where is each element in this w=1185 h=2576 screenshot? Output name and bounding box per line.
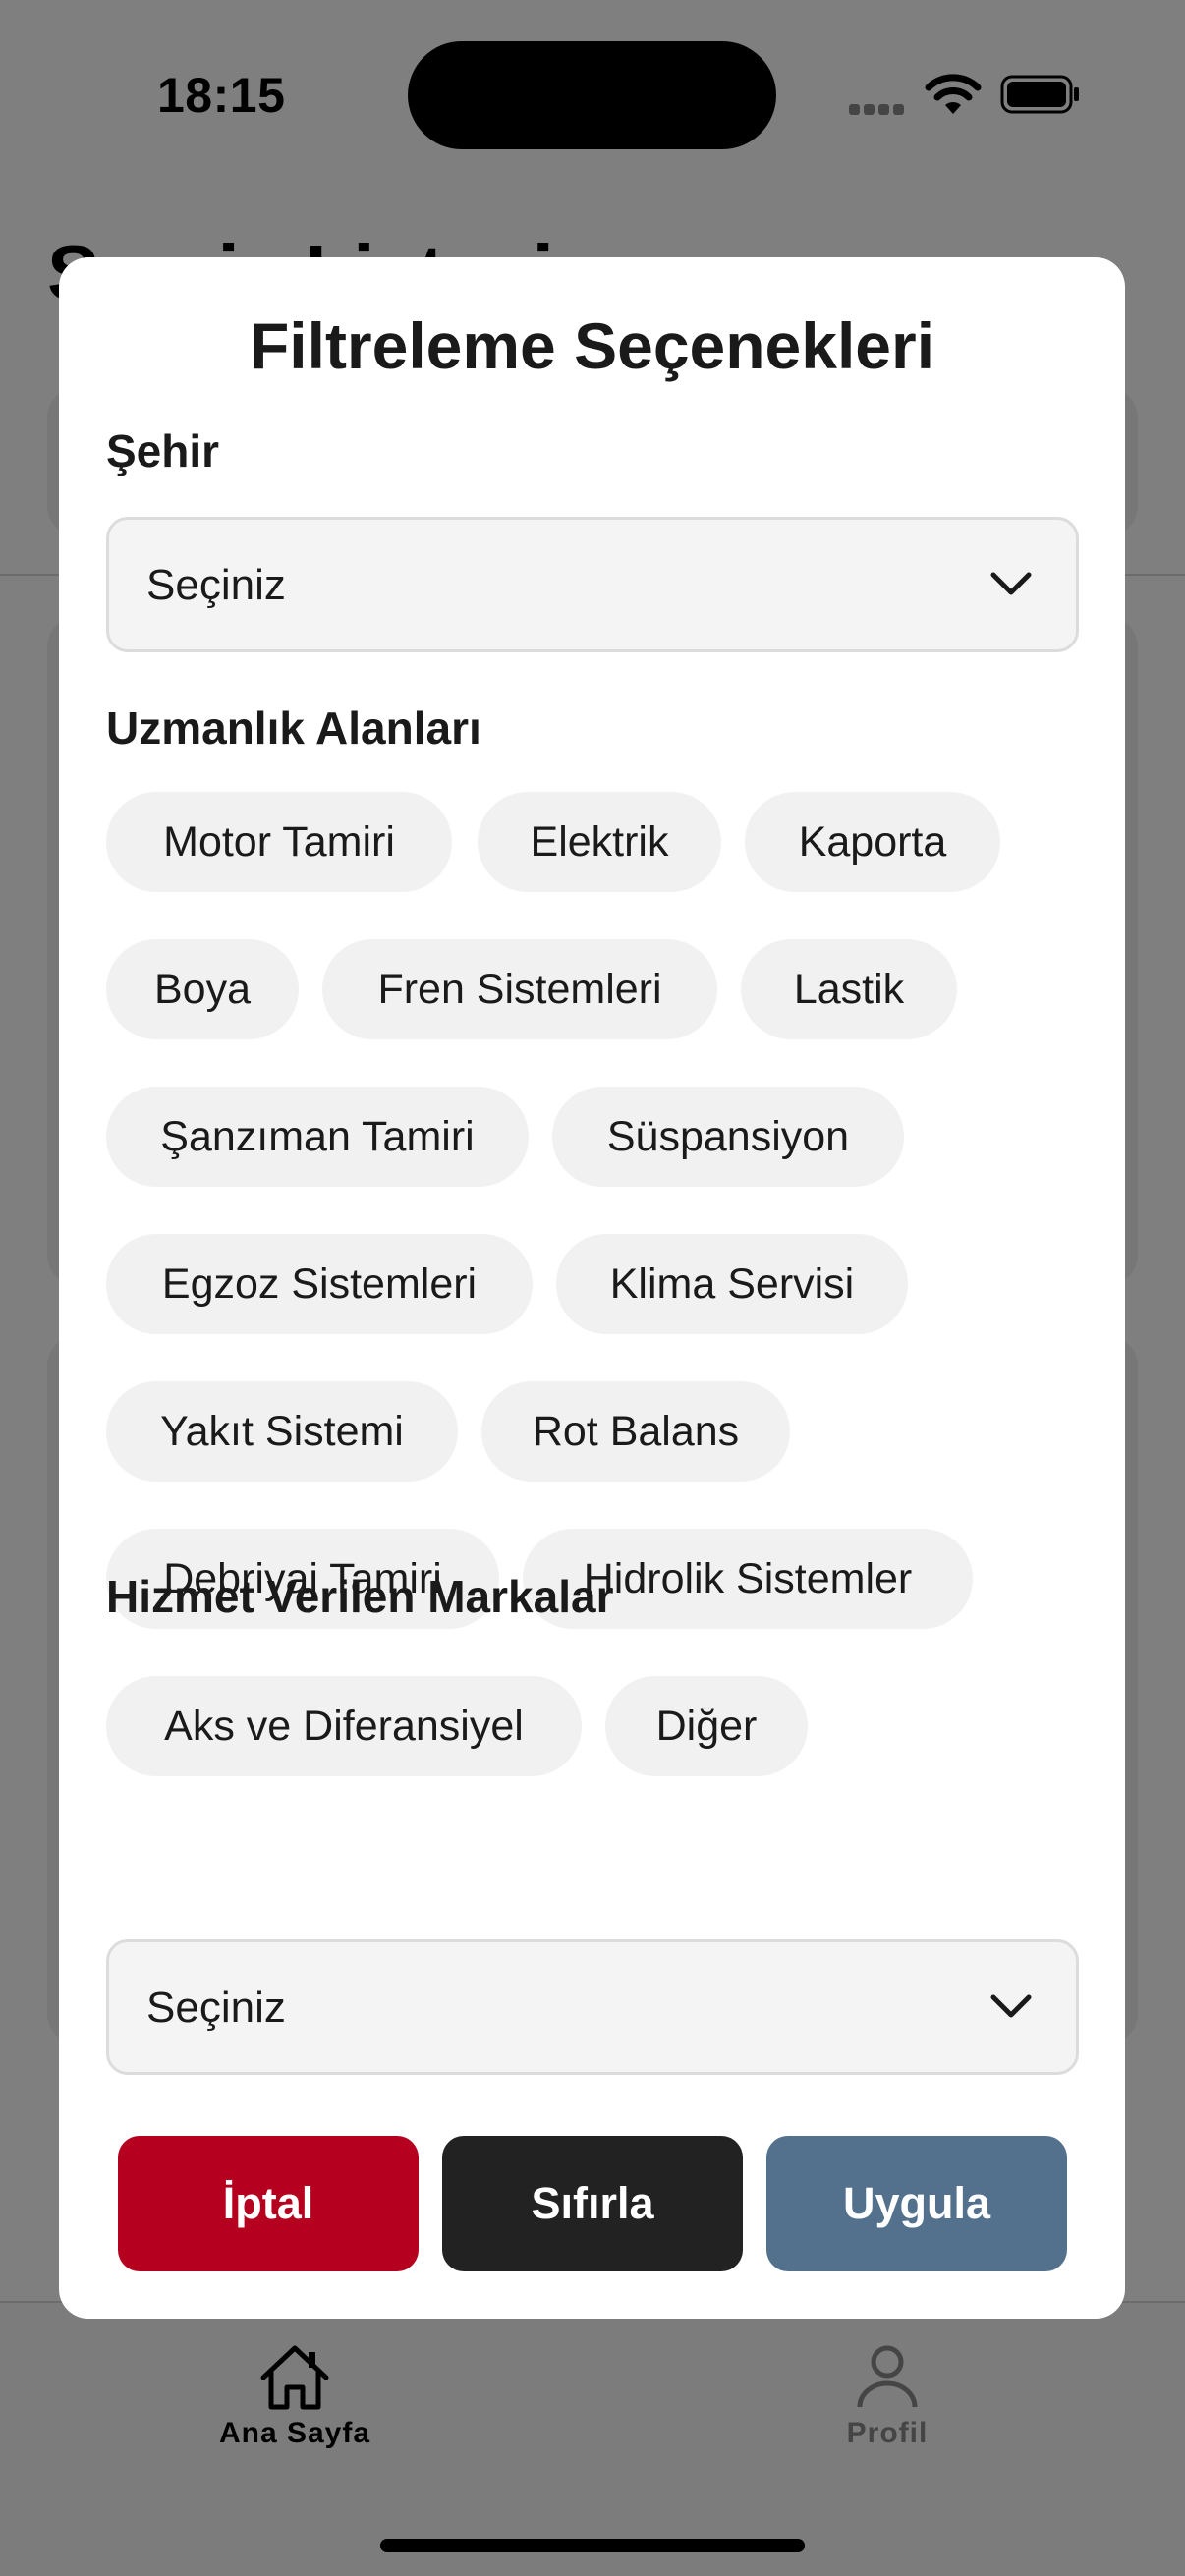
chevron-down-icon bbox=[990, 572, 1032, 595]
chip-sanziman-tamiri[interactable]: Şanzıman Tamiri bbox=[106, 1087, 529, 1187]
cancel-button[interactable]: İptal bbox=[118, 2136, 419, 2271]
chip-fren-sistemleri[interactable]: Fren Sistemleri bbox=[322, 939, 717, 1039]
chip-klima-servisi[interactable]: Klima Servisi bbox=[556, 1234, 908, 1334]
chip-rot-balans[interactable]: Rot Balans bbox=[481, 1381, 790, 1482]
city-label: Şehir bbox=[106, 425, 220, 476]
chip-kaporta[interactable]: Kaporta bbox=[745, 792, 1000, 892]
reset-button[interactable]: Sıfırla bbox=[442, 2136, 743, 2271]
chip-aks-ve-diferansiyel[interactable]: Aks ve Diferansiyel bbox=[106, 1676, 582, 1776]
chip-diger[interactable]: Diğer bbox=[605, 1676, 808, 1776]
specialties-label: Uzmanlık Alanları bbox=[106, 702, 481, 754]
apply-button[interactable]: Uygula bbox=[766, 2136, 1067, 2271]
brands-label: Hizmet Verilen Markalar bbox=[106, 1571, 614, 1622]
brands-select[interactable]: Seçiniz bbox=[106, 1939, 1079, 2075]
chip-elektrik[interactable]: Elektrik bbox=[478, 792, 721, 892]
city-select-value: Seçiniz bbox=[146, 561, 286, 609]
chip-yakit-sistemi[interactable]: Yakıt Sistemi bbox=[106, 1381, 458, 1482]
chip-suspansiyon[interactable]: Süspansiyon bbox=[552, 1087, 904, 1187]
modal-title: Filtreleme Seçenekleri bbox=[249, 309, 935, 382]
brands-select-value: Seçiniz bbox=[146, 1984, 286, 2032]
chip-egzoz-sistemleri[interactable]: Egzoz Sistemleri bbox=[106, 1234, 533, 1334]
chevron-down-icon bbox=[990, 1994, 1032, 2018]
chip-boya[interactable]: Boya bbox=[106, 939, 299, 1039]
chip-motor-tamiri[interactable]: Motor Tamiri bbox=[106, 792, 452, 892]
chip-lastik[interactable]: Lastik bbox=[741, 939, 957, 1039]
city-select[interactable]: Seçiniz bbox=[106, 517, 1079, 652]
filter-modal: Filtreleme Seçenekleri Şehir Seçiniz Uzm… bbox=[59, 257, 1125, 2319]
